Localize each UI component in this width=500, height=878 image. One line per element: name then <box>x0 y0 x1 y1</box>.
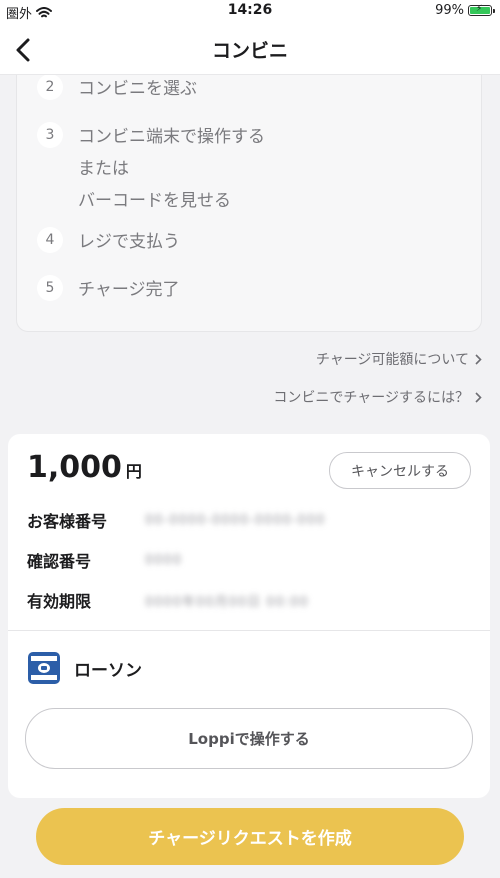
step-item: 3 コンビニ端末で操作する または バーコードを見せる <box>37 121 265 217</box>
page-title: コンビニ <box>211 40 288 62</box>
nav-bar: コンビニ <box>0 24 500 75</box>
expiry-value: 0000年00月00日 00:00 <box>145 594 309 610</box>
store-name: ローソン <box>74 660 142 681</box>
amount: 1,000 円 <box>27 450 142 485</box>
status-bar: 圏外 14:26 99% ⚡ <box>0 0 500 24</box>
how-to-charge-link[interactable]: コンビニでチャージするには？ <box>273 387 482 407</box>
step-text: コンビニ端末で操作する または バーコードを見せる <box>78 121 265 217</box>
charge-card: 1,000 円 キャンセルする お客様番号 00-0000-0000-0000-… <box>8 434 490 798</box>
step-line: チャージ完了 <box>78 280 180 300</box>
chevron-right-icon <box>475 353 482 365</box>
status-right: 99% ⚡ <box>435 3 495 18</box>
step-line: または <box>78 159 129 179</box>
customer-number-row: お客様番号 00-0000-0000-0000-000 <box>27 508 325 532</box>
step-text: チャージ完了 <box>78 274 180 306</box>
step-text: コンビニを選ぶ <box>78 73 197 105</box>
store-row: ローソン <box>28 652 142 684</box>
expiry-label: 有効期限 <box>27 592 92 611</box>
cancel-button[interactable]: キャンセルする <box>329 452 471 489</box>
amount-value: 1,000 <box>27 450 122 485</box>
customer-number-value: 00-0000-0000-0000-000 <box>145 512 326 528</box>
charging-bolt-icon: ⚡ <box>476 4 483 14</box>
expiry-row: 有効期限 0000年00月00日 00:00 <box>27 588 309 612</box>
step-item: 5 チャージ完了 <box>37 274 180 306</box>
how-to-charge-link-label: コンビニでチャージするには？ <box>273 390 469 406</box>
steps-card: 2 コンビニを選ぶ 3 コンビニ端末で操作する または バーコードを見せる 4 … <box>16 62 482 332</box>
step-line: コンビニ端末で操作する <box>78 127 265 147</box>
step-line: バーコードを見せる <box>78 191 231 211</box>
amount-unit: 円 <box>125 462 142 481</box>
step-line: コンビニを選ぶ <box>78 79 197 99</box>
battery-icon: ⚡ <box>468 4 495 16</box>
charge-limit-link[interactable]: チャージ可能額について <box>316 349 482 369</box>
create-charge-request-button[interactable]: チャージリクエストを作成 <box>36 808 464 865</box>
step-number: 4 <box>37 227 63 253</box>
step-item: 4 レジで支払う <box>37 226 180 258</box>
step-number: 3 <box>37 122 63 148</box>
step-number: 5 <box>37 275 63 301</box>
loppi-operate-button[interactable]: Loppiで操作する <box>25 708 473 769</box>
chevron-right-icon <box>475 391 482 403</box>
divider <box>8 630 490 631</box>
confirmation-number-row: 確認番号 0000 <box>27 548 182 572</box>
step-text: レジで支払う <box>78 226 180 258</box>
step-line: レジで支払う <box>78 232 180 252</box>
customer-number-label: お客様番号 <box>27 512 108 531</box>
charge-limit-link-label: チャージ可能額について <box>315 352 469 368</box>
lawson-logo-icon <box>28 652 60 684</box>
battery-percent: 99% <box>435 3 464 18</box>
step-number: 2 <box>37 74 63 100</box>
status-time: 14:26 <box>227 2 273 18</box>
step-item: 2 コンビニを選ぶ <box>37 73 197 105</box>
confirmation-number-label: 確認番号 <box>27 552 92 571</box>
confirmation-number-value: 0000 <box>145 552 183 568</box>
